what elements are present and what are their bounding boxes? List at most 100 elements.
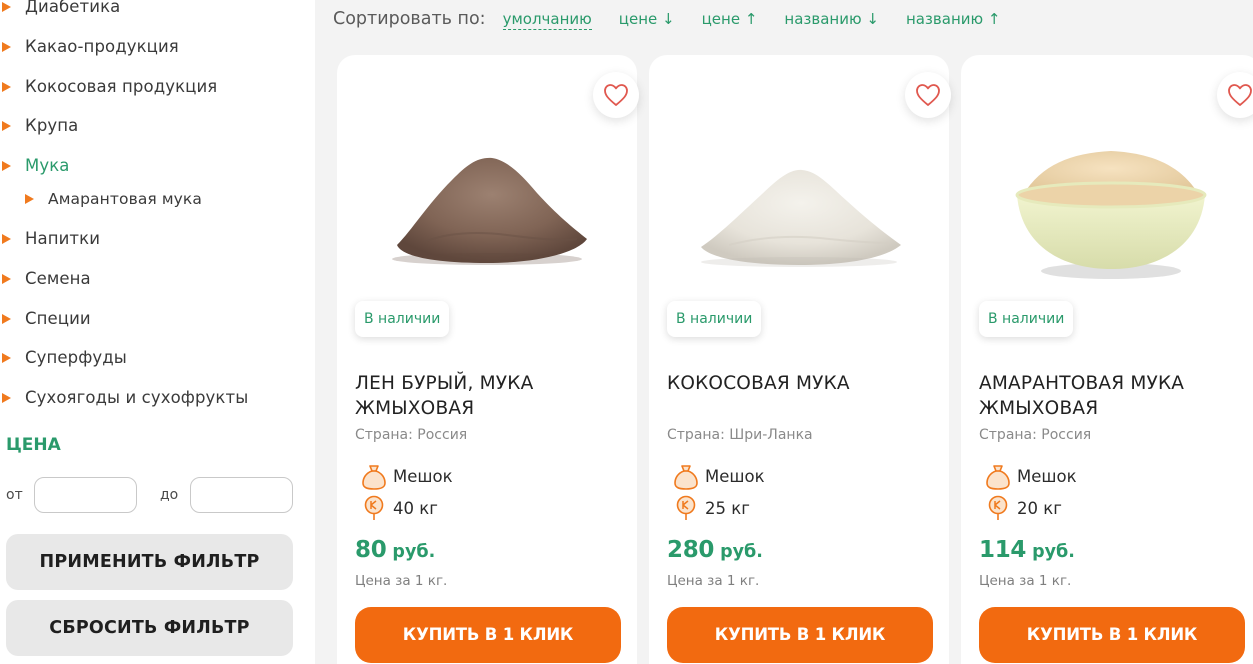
bullet-triangle-icon: [2, 313, 11, 324]
product-image-white-flour: [701, 169, 901, 267]
bullet-triangle-icon: [2, 81, 11, 92]
apply-filter-button[interactable]: ПРИМЕНИТЬ ФИЛЬТР: [6, 534, 293, 590]
category-label: Кокосовая продукция: [25, 77, 218, 96]
category-dried-fruits[interactable]: Сухоягоды и сухофрукты: [2, 388, 248, 407]
favorite-button[interactable]: [593, 72, 639, 118]
bullet-triangle-icon: [2, 233, 11, 244]
category-label: Крупа: [25, 116, 79, 135]
sack-icon: [362, 465, 386, 490]
price-filter-title: ЦЕНА: [6, 435, 61, 455]
price-unit-note: Цена за 1 кг.: [667, 573, 760, 589]
price-currency: руб.: [1032, 542, 1075, 562]
sack-icon: [986, 465, 1010, 490]
reset-filter-button[interactable]: СБРОСИТЬ ФИЛЬТР: [6, 600, 293, 656]
product-name[interactable]: КОКОСОВАЯ МУКА: [667, 371, 937, 396]
stock-badge: В наличии: [979, 301, 1074, 337]
product-name[interactable]: ЛЕН БУРЫЙ, МУКА ЖМЫХОВАЯ: [355, 371, 625, 421]
category-cereals[interactable]: Крупа: [2, 116, 78, 135]
price-value: 114: [979, 537, 1027, 563]
package-label: Мешок: [705, 466, 765, 486]
bullet-triangle-icon: [2, 273, 11, 284]
sort-price-asc[interactable]: цене ↑: [702, 10, 758, 28]
catalog-main: Сортировать по: умолчанию цене ↓ цене ↑ …: [315, 0, 1253, 664]
product-country: Страна: Россия: [355, 427, 468, 443]
product-country: Страна: Россия: [979, 427, 1092, 443]
favorite-button[interactable]: [1217, 72, 1253, 118]
sort-label: Сортировать по:: [333, 9, 486, 29]
price-currency: руб.: [392, 542, 436, 562]
category-label: Специи: [25, 309, 91, 328]
bullet-triangle-icon: [2, 1, 11, 12]
category-label: Сухоягоды и сухофрукты: [25, 388, 249, 407]
stock-badge: В наличии: [667, 301, 762, 337]
category-coconut[interactable]: Кокосовая продукция: [2, 77, 217, 96]
price-to-input[interactable]: [190, 477, 293, 513]
sort-default[interactable]: умолчанию: [502, 10, 592, 30]
bullet-triangle-icon: [2, 352, 11, 363]
heart-icon: [604, 84, 628, 106]
price-value: 280: [667, 537, 715, 563]
weight-tag-icon: [988, 495, 1008, 520]
sort-name-desc[interactable]: названию ↓: [784, 10, 879, 28]
category-superfoods[interactable]: Суперфуды: [2, 348, 127, 367]
price-from-label: от: [6, 487, 23, 503]
category-label: Амарантовая мука: [48, 190, 202, 208]
product-name[interactable]: АМАРАНТОВАЯ МУКА ЖМЫХОВАЯ: [979, 371, 1249, 421]
price-from-input[interactable]: [34, 477, 137, 513]
package-type: Мешок: [673, 462, 765, 490]
product-card[interactable]: В наличии ЛЕН БУРЫЙ, МУКА ЖМЫХОВАЯ Стран…: [337, 55, 639, 664]
heart-icon: [1228, 84, 1252, 106]
sort-bar: Сортировать по: умолчанию цене ↓ цене ↑ …: [333, 9, 1027, 33]
category-label: Напитки: [25, 229, 101, 248]
category-cocoa[interactable]: Какао-продукция: [2, 37, 179, 56]
sack-icon: [674, 465, 698, 490]
bullet-triangle-icon: [2, 160, 11, 171]
price-unit-note: Цена за 1 кг.: [979, 573, 1072, 589]
package-weight: 20 кг: [985, 494, 1062, 522]
package-weight: 40 кг: [361, 494, 438, 522]
category-label: Какао-продукция: [25, 37, 179, 56]
product-price: 280 руб.: [667, 537, 763, 563]
bullet-triangle-icon: [2, 120, 11, 131]
package-label: Мешок: [393, 466, 453, 486]
product-image-brown-flour: [392, 157, 587, 265]
bullet-triangle-icon: [25, 194, 34, 204]
heart-icon: [916, 84, 940, 106]
category-flour[interactable]: Мука: [2, 156, 69, 175]
subcategory-amaranth-flour[interactable]: Амарантовая мука: [25, 190, 202, 208]
category-drinks[interactable]: Напитки: [2, 229, 100, 248]
product-image-flour-bowl: [1015, 151, 1207, 279]
favorite-button[interactable]: [905, 72, 951, 118]
category-diabetics[interactable]: Диабетика: [2, 0, 120, 16]
buy-one-click-button[interactable]: КУПИТЬ В 1 КЛИК: [355, 607, 621, 663]
product-card[interactable]: В наличии АМАРАНТОВАЯ МУКА ЖМЫХОВАЯ Стра…: [961, 55, 1253, 664]
price-to-label: до: [160, 487, 179, 503]
product-card[interactable]: В наличии КОКОСОВАЯ МУКА Страна: Шри-Лан…: [649, 55, 951, 664]
product-country: Страна: Шри-Ланка: [667, 427, 813, 443]
price-currency: руб.: [720, 542, 763, 562]
weight-label: 40 кг: [393, 498, 438, 518]
package-label: Мешок: [1017, 466, 1077, 486]
sort-name-asc[interactable]: названию ↑: [906, 10, 1001, 28]
product-price: 114 руб.: [979, 537, 1075, 563]
category-spices[interactable]: Специи: [2, 309, 91, 328]
package-weight: 25 кг: [673, 494, 750, 522]
bullet-triangle-icon: [2, 392, 11, 403]
sort-price-desc[interactable]: цене ↓: [619, 10, 675, 28]
stock-badge: В наличии: [355, 301, 450, 337]
product-price: 80 руб.: [355, 537, 435, 563]
buy-one-click-button[interactable]: КУПИТЬ В 1 КЛИК: [979, 607, 1245, 663]
weight-tag-icon: [364, 495, 384, 520]
bullet-triangle-icon: [2, 41, 11, 52]
buy-one-click-button[interactable]: КУПИТЬ В 1 КЛИК: [667, 607, 933, 663]
weight-label: 25 кг: [705, 498, 750, 518]
category-seeds[interactable]: Семена: [2, 269, 91, 288]
price-value: 80: [355, 537, 387, 563]
category-label: Диабетика: [25, 0, 121, 16]
category-label: Мука: [25, 156, 70, 175]
weight-tag-icon: [676, 495, 696, 520]
weight-label: 20 кг: [1017, 498, 1062, 518]
price-unit-note: Цена за 1 кг.: [355, 573, 448, 589]
category-label: Суперфуды: [25, 348, 127, 367]
package-type: Мешок: [985, 462, 1077, 490]
